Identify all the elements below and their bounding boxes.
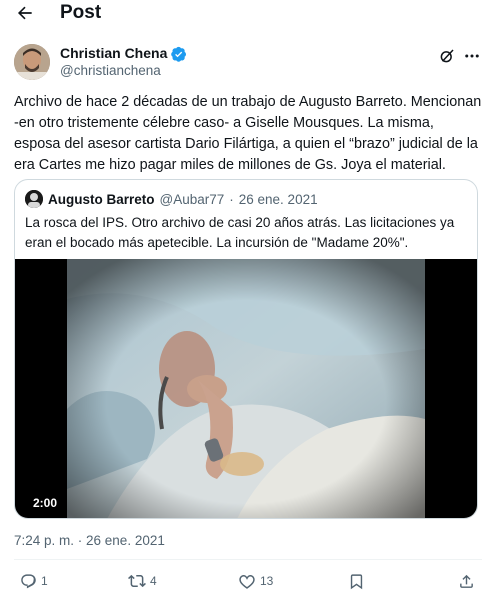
grok-button[interactable] [437,46,457,66]
separator-dot: · [229,191,234,207]
quoted-post-date[interactable]: 26 ene. 2021 [239,192,318,207]
author-avatar[interactable] [14,44,50,80]
share-icon [460,574,473,588]
repost-icon [128,574,146,588]
author-name[interactable]: Christian Chena [60,45,167,62]
verified-badge-icon [171,46,187,62]
video-player[interactable]: 2:00 [15,259,477,518]
like-button[interactable]: 13 [238,568,273,594]
reply-button[interactable]: 1 [20,568,48,594]
bookmark-icon [350,573,363,589]
more-options-button[interactable] [462,46,482,66]
share-button[interactable] [458,568,475,594]
more-icon [465,54,479,58]
like-icon [239,574,255,589]
post-timestamp[interactable]: 7:24 p. m. · 26 ene. 2021 [14,533,165,548]
quoted-post[interactable]: Augusto Barreto @Aubar77 · 26 ene. 2021 … [14,179,478,519]
repost-button[interactable]: 4 [128,568,157,594]
quoted-post-header: Augusto Barreto @Aubar77 · 26 ene. 2021 [25,190,318,208]
page-title: Post [60,2,102,23]
reply-icon [21,573,36,588]
action-bar: 1 4 13 [0,568,496,594]
video-thumbnail [67,259,425,518]
video-duration: 2:00 [33,496,58,510]
back-button[interactable] [14,2,36,24]
quoted-author-handle[interactable]: @Aubar77 [160,192,225,207]
quoted-post-text: La rosca del IPS. Otro archivo de casi 2… [25,215,455,250]
repost-count: 4 [150,574,157,588]
quoted-author-name[interactable]: Augusto Barreto [48,192,155,207]
divider [14,559,482,560]
quoted-author-avatar[interactable] [25,190,43,208]
bookmark-button[interactable] [348,568,365,594]
top-bar: Post [0,0,496,30]
back-arrow-icon [17,6,32,20]
author-handle[interactable]: @christianchena [60,62,161,79]
like-count: 13 [260,574,274,588]
author-name-row[interactable]: Christian Chena [60,45,187,62]
grok-icon [440,49,454,63]
reply-count: 1 [41,574,48,588]
post-text: Archivo de hace 2 décadas de un trabajo … [14,94,482,173]
